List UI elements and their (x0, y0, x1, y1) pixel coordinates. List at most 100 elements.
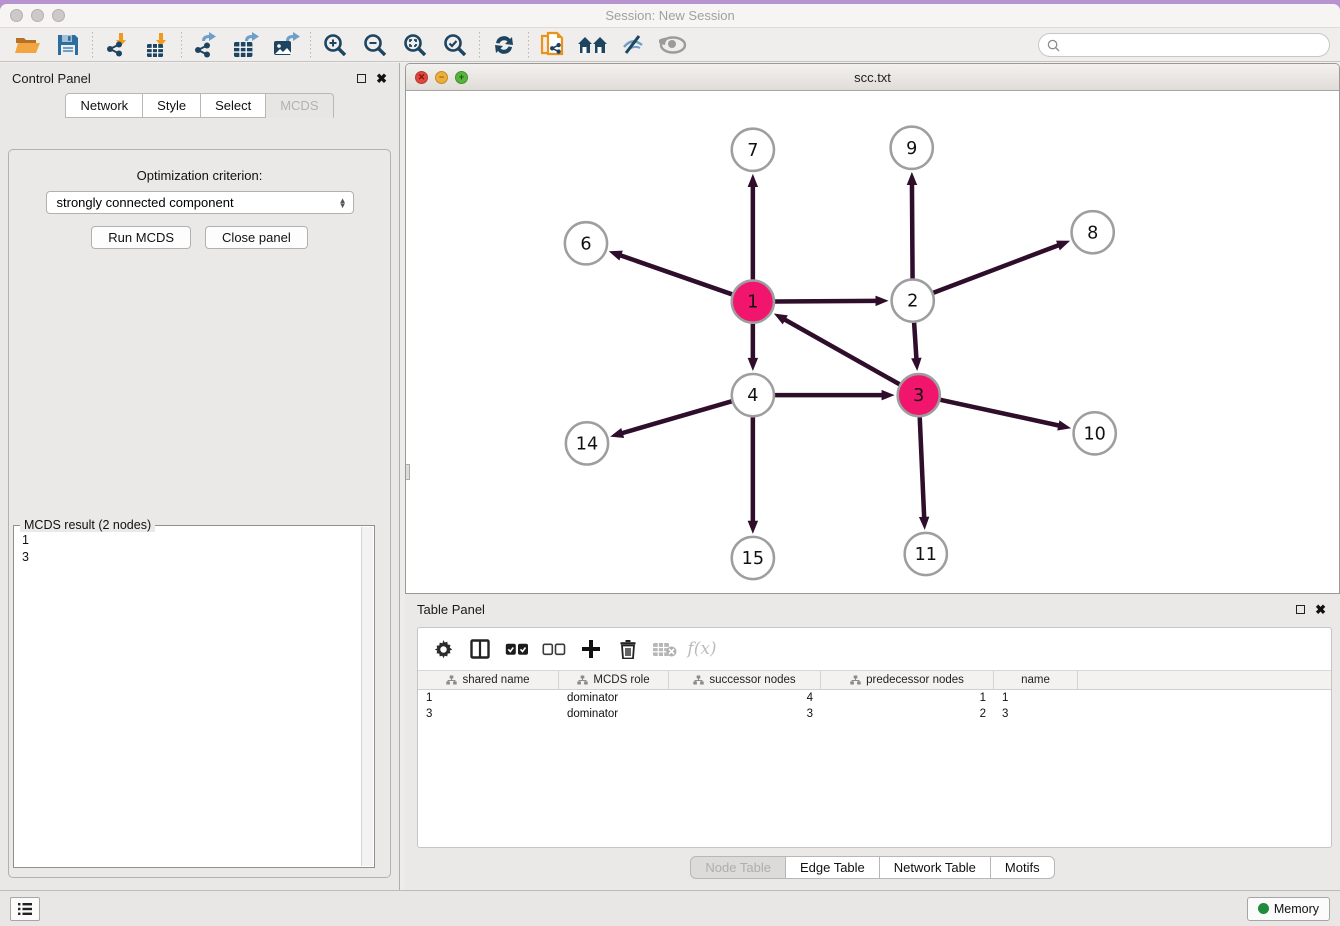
tab-network-table[interactable]: Network Table (880, 856, 991, 879)
table-row[interactable]: 1dominator411 (418, 690, 1331, 706)
node-10[interactable]: 10 (1074, 412, 1116, 454)
cell-predecessor-nodes[interactable]: 2 (821, 708, 994, 720)
edge-2-8[interactable] (933, 245, 1058, 293)
network-frame-titlebar[interactable]: scc.txt ✕ − + (406, 64, 1339, 91)
tab-edge-table[interactable]: Edge Table (786, 856, 880, 879)
memory-button[interactable]: Memory (1247, 897, 1330, 921)
first-neighbors-icon[interactable] (573, 30, 613, 60)
run-mcds-button[interactable]: Run MCDS (91, 226, 191, 249)
dropdown-arrows-icon: ▲▼ (339, 198, 347, 208)
export-table-icon[interactable] (226, 30, 266, 60)
control-panel-tabs: NetworkStyleSelectMCDS (0, 93, 399, 118)
search-input[interactable] (1065, 38, 1329, 52)
cell-name[interactable]: 1 (994, 692, 1078, 704)
delete-table-icon[interactable] (650, 635, 680, 663)
column-header-MCDS-role[interactable]: MCDS role (559, 671, 669, 689)
function-builder-icon[interactable]: f(x) (687, 635, 717, 663)
hide-selected-icon[interactable] (613, 30, 653, 60)
zoom-out-icon[interactable] (355, 30, 395, 60)
splitter-grip[interactable] (405, 464, 410, 480)
node-11[interactable]: 11 (905, 533, 947, 575)
edge-3-10[interactable] (940, 400, 1059, 426)
columns-icon[interactable] (465, 635, 495, 663)
show-graphics-details-icon[interactable] (653, 30, 693, 60)
arrowhead-2-9 (907, 172, 917, 185)
edge-3-11[interactable] (920, 417, 924, 518)
network-canvas[interactable]: 7 9 6 8 1 2 4 3 14 10 15 11 (406, 91, 1339, 594)
node-2[interactable]: 2 (892, 279, 934, 321)
select-all-icon[interactable] (502, 635, 532, 663)
result-scrollbar[interactable] (361, 527, 373, 866)
tab-style[interactable]: Style (143, 93, 201, 118)
tab-motifs[interactable]: Motifs (991, 856, 1055, 879)
node-8[interactable]: 8 (1072, 211, 1114, 253)
import-table-icon[interactable] (137, 30, 177, 60)
float-panel-icon[interactable] (357, 74, 366, 83)
zoom-fit-icon[interactable] (395, 30, 435, 60)
deselect-all-icon[interactable] (539, 635, 569, 663)
search-box[interactable] (1038, 33, 1330, 57)
cell-predecessor-nodes[interactable]: 1 (821, 692, 994, 704)
mcds-result-text[interactable]: 1 3 (14, 526, 374, 566)
edge-2-9[interactable] (912, 184, 913, 279)
column-header-name[interactable]: name (994, 671, 1078, 689)
zoom-selected-icon[interactable] (435, 30, 475, 60)
node-15[interactable]: 15 (732, 537, 774, 579)
cell-successor-nodes[interactable]: 3 (669, 708, 821, 720)
node-1[interactable]: 1 (732, 281, 774, 323)
tab-node-table[interactable]: Node Table (690, 856, 786, 879)
tab-network[interactable]: Network (65, 93, 143, 118)
criterion-dropdown[interactable]: strongly connected component ▲▼ (46, 191, 354, 214)
edge-4-14[interactable] (622, 401, 732, 433)
edge-1-2[interactable] (775, 301, 877, 302)
close-panel-icon[interactable]: ✖ (376, 72, 387, 85)
cell-MCDS-role[interactable]: dominator (559, 692, 669, 704)
titlebar: Session: New Session (0, 4, 1340, 28)
zoom-in-icon[interactable] (315, 30, 355, 60)
node-3[interactable]: 3 (898, 374, 940, 416)
cell-shared-name[interactable]: 1 (418, 692, 559, 704)
column-header-predecessor-nodes[interactable]: predecessor nodes (821, 671, 994, 689)
table-row[interactable]: 3dominator323 (418, 706, 1331, 722)
node-7[interactable]: 7 (732, 129, 774, 171)
edge-3-1[interactable] (784, 319, 899, 384)
save-session-icon[interactable] (48, 30, 88, 60)
clone-network-icon[interactable] (533, 30, 573, 60)
table-header-row: shared nameMCDS rolesuccessor nodesprede… (418, 670, 1331, 690)
refresh-layout-icon[interactable] (484, 30, 524, 60)
close-panel-button[interactable]: Close panel (205, 226, 308, 249)
node-table[interactable]: shared nameMCDS rolesuccessor nodesprede… (418, 670, 1331, 722)
criterion-dropdown-value: strongly connected component (57, 195, 339, 210)
add-row-icon[interactable] (576, 635, 606, 663)
column-header-shared-name[interactable]: shared name (418, 671, 559, 689)
table-close-icon[interactable]: ✖ (1315, 603, 1326, 616)
table-panel: Table Panel ✖ f(x) shared nameMCDS roles… (405, 594, 1340, 890)
task-history-button[interactable] (10, 897, 40, 921)
arrowhead-4-3 (882, 390, 895, 400)
cell-successor-nodes[interactable]: 4 (669, 692, 821, 704)
tab-select[interactable]: Select (201, 93, 266, 118)
arrowhead-2-3 (911, 358, 921, 371)
delete-row-icon[interactable] (613, 635, 643, 663)
control-panel-title: Control Panel (12, 71, 357, 86)
control-panel-header: Control Panel ✖ (0, 63, 399, 93)
network-graph[interactable]: 7 9 6 8 1 2 4 3 14 10 15 11 (406, 91, 1339, 594)
node-4[interactable]: 4 (732, 374, 774, 416)
cell-MCDS-role[interactable]: dominator (559, 708, 669, 720)
table-float-icon[interactable] (1296, 605, 1305, 614)
tab-mcds[interactable]: MCDS (266, 93, 333, 118)
import-network-icon[interactable] (97, 30, 137, 60)
export-network-icon[interactable] (186, 30, 226, 60)
node-6[interactable]: 6 (565, 222, 607, 264)
node-9[interactable]: 9 (891, 127, 933, 169)
cell-name[interactable]: 3 (994, 708, 1078, 720)
open-file-icon[interactable] (8, 30, 48, 60)
edge-2-3[interactable] (914, 323, 916, 359)
column-header-successor-nodes[interactable]: successor nodes (669, 671, 821, 689)
gear-icon[interactable] (428, 635, 458, 663)
cell-shared-name[interactable]: 3 (418, 708, 559, 720)
node-14[interactable]: 14 (566, 422, 608, 464)
edge-1-6[interactable] (620, 255, 732, 294)
export-image-icon[interactable] (266, 30, 306, 60)
svg-text:1: 1 (747, 293, 758, 313)
